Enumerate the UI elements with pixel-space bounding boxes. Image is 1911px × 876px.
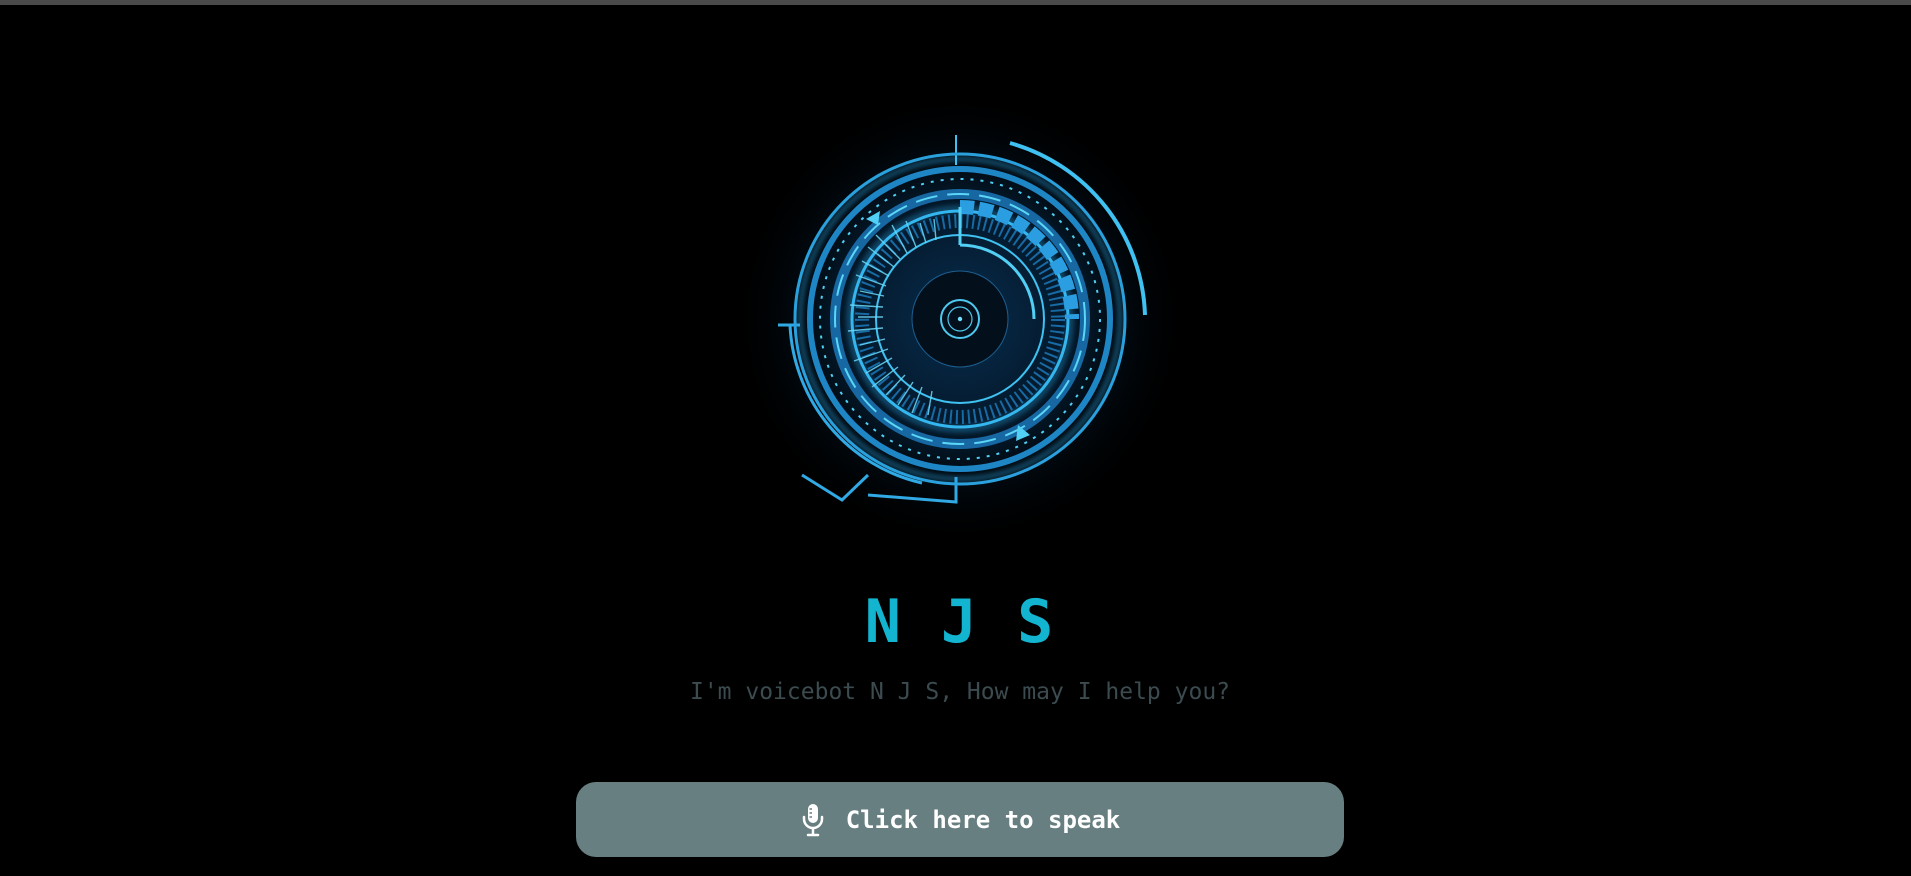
microphone-icon	[802, 803, 823, 836]
page-subtitle: I'm voicebot N J S, How may I help you?	[689, 679, 1231, 705]
speak-button-label: Click here to speak	[845, 805, 1121, 834]
circular-hud-eye-icon	[730, 95, 1190, 549]
speak-button[interactable]: Click here to speak	[576, 782, 1344, 857]
hud-graphic	[700, 95, 1220, 575]
page-title: N J S	[864, 587, 1056, 657]
voicebot-page: N J S I'm voicebot N J S, How may I help…	[0, 5, 1911, 876]
